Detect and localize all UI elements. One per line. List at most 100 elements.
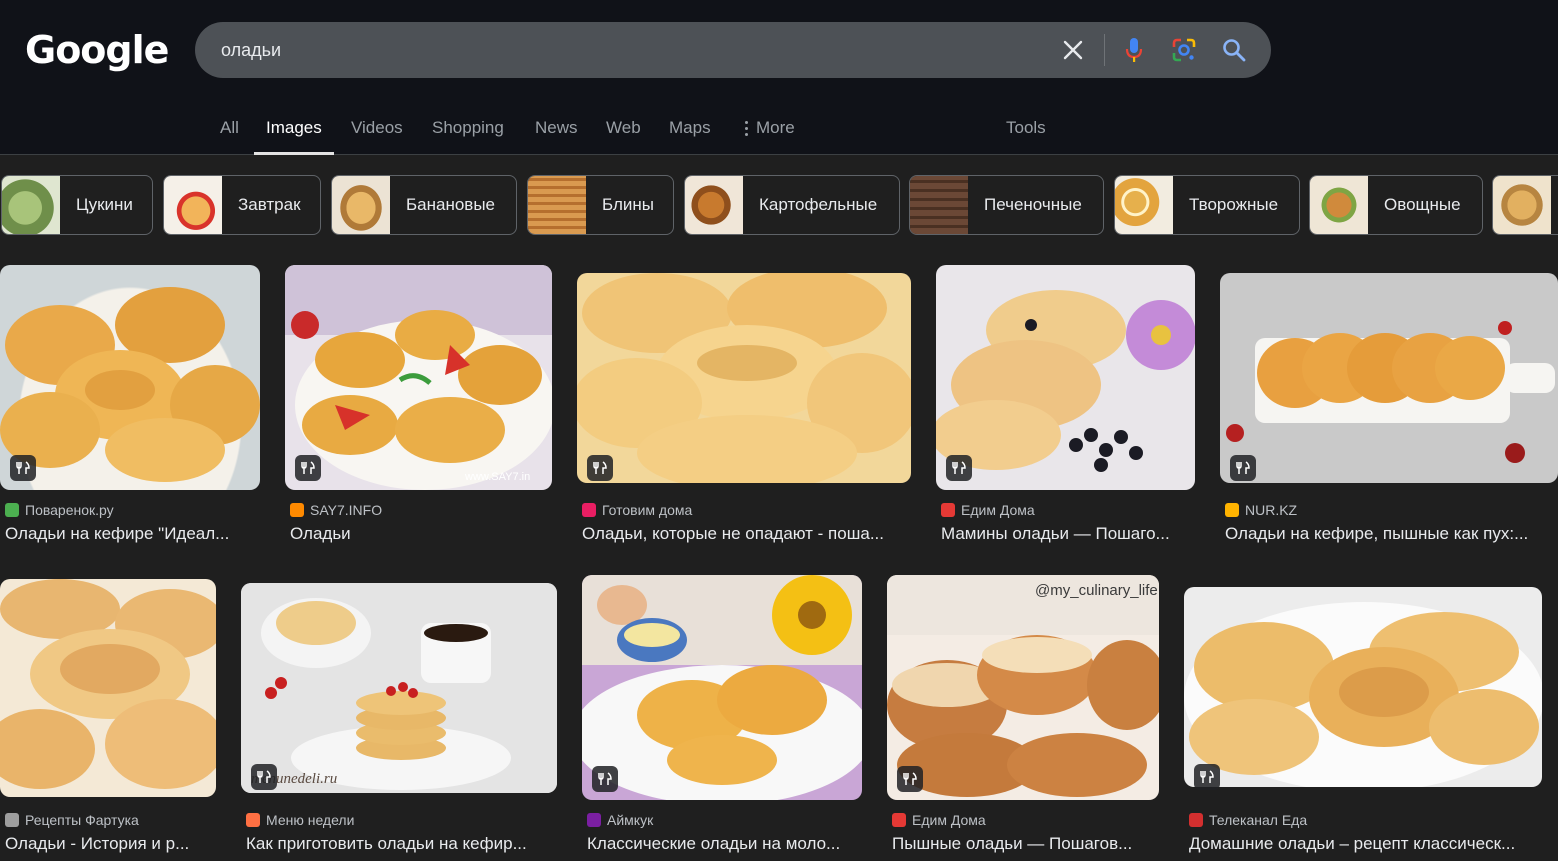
chip-breakfast[interactable]: Завтрак: [163, 175, 321, 235]
result-title[interactable]: Как приготовить оладьи на кефир...: [246, 834, 551, 854]
chip-thumbnail: [1493, 176, 1551, 234]
search-icon[interactable]: [1220, 36, 1248, 64]
result-thumbnail[interactable]: [1184, 587, 1542, 787]
source-name: Аймкук: [607, 812, 654, 828]
result-source[interactable]: Готовим дома: [582, 502, 692, 518]
recipe-icon: [251, 764, 277, 790]
result-source[interactable]: Меню недели: [246, 812, 354, 828]
tab-videos[interactable]: Videos: [351, 118, 403, 155]
recipe-icon: [592, 766, 618, 792]
chip-label: Банановые: [406, 195, 496, 214]
result-source[interactable]: NUR.KZ: [1225, 502, 1297, 518]
favicon-icon: [246, 813, 260, 827]
result-source[interactable]: Едим Дома: [941, 502, 1035, 518]
chip-banana[interactable]: Банановые: [331, 175, 517, 235]
favicon-icon: [5, 813, 19, 827]
chip-cottage-cheese[interactable]: Творожные: [1114, 175, 1300, 235]
result-card[interactable]: @my_culinary_life Едим Дома Пышные оладь…: [887, 575, 1160, 861]
chip-label: Печеночные: [984, 195, 1082, 214]
result-source[interactable]: Поваренок.ру: [5, 502, 114, 518]
favicon-icon: [941, 503, 955, 517]
search-input[interactable]: [221, 36, 1041, 64]
chip-label: Цукини: [76, 195, 133, 214]
google-logo[interactable]: Google: [25, 28, 169, 72]
result-thumbnail[interactable]: www.SAY7.in: [285, 265, 552, 490]
result-source[interactable]: Телеканал Еда: [1189, 812, 1307, 828]
chip-potato[interactable]: Картофельные: [684, 175, 900, 235]
result-card[interactable]: menunedeli.ru Меню недели Как приготовит…: [241, 577, 558, 861]
clear-icon[interactable]: [1059, 36, 1087, 64]
tab-all[interactable]: All: [220, 118, 239, 155]
search-tabs: All Images Videos Shopping News Web Maps…: [0, 110, 1558, 155]
result-title[interactable]: Пышные оладьи — Пошагов...: [892, 834, 1157, 854]
result-title[interactable]: Оладьи, которые не опадают - поша...: [582, 524, 912, 544]
result-card[interactable]: Едим Дома Мамины оладьи — Пошаго...: [936, 265, 1196, 550]
chip-label: Картофельные: [759, 195, 878, 214]
result-thumbnail[interactable]: [936, 265, 1195, 490]
lens-icon[interactable]: [1170, 36, 1198, 64]
recipe-icon: [946, 455, 972, 481]
tab-shopping[interactable]: Shopping: [432, 118, 504, 155]
watermark-text: www.SAY7.in: [464, 471, 530, 483]
source-name: Меню недели: [266, 812, 355, 828]
source-name: Едим Дома: [961, 502, 1035, 518]
result-source[interactable]: Едим Дома: [892, 812, 986, 828]
result-title[interactable]: Оладьи: [290, 524, 550, 544]
chip-zucchini[interactable]: Цукини: [1, 175, 153, 235]
result-card[interactable]: Рецепты Фартука Оладьи - История и р...: [0, 577, 217, 861]
search-divider: [1104, 34, 1105, 66]
watermark-text: @my_culinary_life: [1035, 582, 1158, 599]
result-title[interactable]: Мамины оладьи — Пошаго...: [941, 524, 1191, 544]
result-card[interactable]: www.SAY7.in SAY7.INFO Оладьи: [285, 265, 553, 550]
chip-thumbnail: [164, 176, 222, 234]
result-card[interactable]: Аймкук Классические оладьи на моло...: [582, 575, 863, 861]
search-box[interactable]: [195, 22, 1271, 78]
favicon-icon: [587, 813, 601, 827]
chip-more[interactable]: [1492, 175, 1558, 235]
source-name: Готовим дома: [602, 502, 693, 518]
result-title[interactable]: Классические оладьи на моло...: [587, 834, 862, 854]
tab-images[interactable]: Images: [254, 118, 334, 155]
tab-web[interactable]: Web: [606, 118, 641, 155]
result-thumbnail[interactable]: menunedeli.ru: [241, 583, 557, 793]
result-title[interactable]: Домашние оладьи – рецепт классическ...: [1189, 834, 1541, 854]
source-name: SAY7.INFO: [310, 502, 383, 518]
result-thumbnail[interactable]: [1220, 273, 1558, 483]
chip-thumbnail: [2, 176, 60, 234]
result-source[interactable]: Рецепты Фартука: [5, 812, 139, 828]
recipe-icon: [587, 455, 613, 481]
result-thumbnail[interactable]: @my_culinary_life: [887, 575, 1159, 800]
result-thumbnail[interactable]: [0, 579, 216, 797]
result-card[interactable]: NUR.KZ Оладьи на кефире, пышные как пух:…: [1220, 265, 1558, 550]
favicon-icon: [892, 813, 906, 827]
result-thumbnail[interactable]: [0, 265, 260, 490]
chip-bliny[interactable]: Блины: [527, 175, 674, 235]
tab-news[interactable]: News: [535, 118, 578, 155]
source-name: NUR.KZ: [1245, 502, 1298, 518]
result-title[interactable]: Оладьи на кефире "Идеал...: [5, 524, 255, 544]
result-card[interactable]: Поваренок.ру Оладьи на кефире "Идеал...: [0, 265, 262, 550]
more-vert-icon: [745, 118, 748, 138]
tab-maps[interactable]: Maps: [669, 118, 711, 155]
microphone-icon[interactable]: [1120, 36, 1148, 64]
tools-button[interactable]: Tools: [1006, 118, 1046, 155]
tab-more[interactable]: More: [745, 118, 795, 155]
source-name: Поваренок.ру: [25, 502, 114, 518]
chip-label: Творожные: [1189, 195, 1279, 214]
result-card[interactable]: Телеканал Еда Домашние оладьи – рецепт к…: [1184, 577, 1544, 861]
tab-more-label: More: [756, 118, 795, 137]
chip-liver[interactable]: Печеночные: [909, 175, 1104, 235]
result-title[interactable]: Оладьи - История и р...: [5, 834, 215, 854]
result-title[interactable]: Оладьи на кефире, пышные как пух:...: [1225, 524, 1553, 544]
result-thumbnail[interactable]: [577, 273, 911, 483]
source-name: Телеканал Еда: [1209, 812, 1308, 828]
chip-thumbnail: [1310, 176, 1368, 234]
result-thumbnail[interactable]: [582, 575, 862, 800]
result-card[interactable]: Готовим дома Оладьи, которые не опадают …: [577, 265, 912, 550]
chip-vegetable[interactable]: Овощные: [1309, 175, 1483, 235]
result-source[interactable]: Аймкук: [587, 812, 653, 828]
result-source[interactable]: SAY7.INFO: [290, 502, 382, 518]
source-name: Едим Дома: [912, 812, 986, 828]
chip-label: Блины: [602, 195, 654, 214]
recipe-icon: [897, 766, 923, 792]
